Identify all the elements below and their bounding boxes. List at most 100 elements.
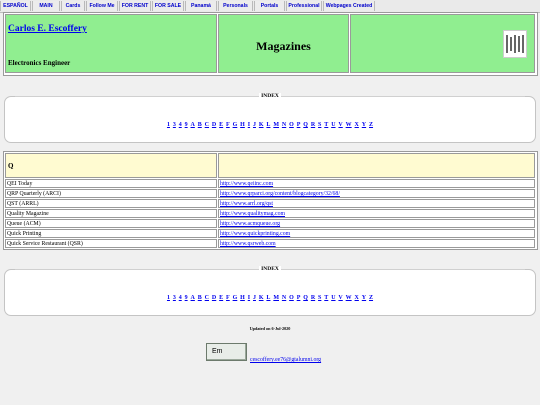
title-cell: Magazines	[218, 14, 349, 73]
index-link[interactable]: J	[253, 122, 256, 128]
index-link[interactable]: 1	[167, 122, 170, 128]
magazine-link[interactable]: http://www.quickprinting.com	[220, 231, 290, 237]
index-link[interactable]: F	[226, 295, 230, 301]
nav-item[interactable]: Personals	[218, 1, 253, 11]
index-link[interactable]: T	[324, 122, 328, 128]
index-link[interactable]: K	[259, 295, 264, 301]
index-link[interactable]: O	[289, 122, 294, 128]
magazine-name: QRP Quarterly (ARCI)	[5, 189, 217, 198]
email-link[interactable]: cescoffery.ee76@gtalumni.org	[250, 357, 321, 363]
index-link[interactable]: Q	[303, 122, 308, 128]
index-link[interactable]: L	[266, 122, 270, 128]
index-link[interactable]: A	[191, 122, 195, 128]
logo-cell	[350, 14, 535, 73]
section-letter: Q	[8, 162, 14, 170]
section-header-cell: Q	[5, 153, 217, 178]
index-link[interactable]: M	[273, 122, 279, 128]
index-link[interactable]: M	[273, 295, 279, 301]
index-link[interactable]: E	[219, 295, 223, 301]
index-link[interactable]: V	[338, 295, 342, 301]
index-link[interactable]: 1	[167, 295, 170, 301]
index-link[interactable]: B	[198, 295, 202, 301]
nav-item[interactable]: FOR SALE	[152, 1, 184, 11]
index-link[interactable]: Q	[303, 295, 308, 301]
index-link[interactable]: 3	[173, 295, 176, 301]
index-box-bottom: INDEX 1 3 4 9 A B C D E F G H I J K L M …	[4, 266, 536, 316]
magazine-name: Quality Magazine	[5, 209, 217, 218]
index-link[interactable]: N	[282, 122, 286, 128]
nav-item[interactable]: MAIN	[32, 1, 60, 11]
magazine-url-cell: http://www.qualitymag.com	[218, 209, 535, 218]
index-link[interactable]: 4	[179, 295, 182, 301]
index-link[interactable]: V	[338, 122, 342, 128]
index-link[interactable]: G	[233, 122, 238, 128]
nav-item[interactable]: Portals	[254, 1, 285, 11]
index-link[interactable]: U	[331, 122, 335, 128]
magazine-name: QEI Today	[5, 179, 217, 188]
index-link[interactable]: Y	[362, 122, 366, 128]
index-label: INDEX	[259, 93, 281, 99]
index-link[interactable]: O	[289, 295, 294, 301]
index-link[interactable]: L	[266, 295, 270, 301]
magazine-link[interactable]: http://www.arrl.org/qst	[220, 201, 273, 207]
magazine-url-cell: http://www.qsrweb.com	[218, 239, 535, 248]
index-link[interactable]: P	[297, 122, 301, 128]
magazine-name: Quick Printing	[5, 229, 217, 238]
magazine-name: Queue (ACM)	[5, 219, 217, 228]
index-link[interactable]: D	[212, 122, 216, 128]
index-link[interactable]: S	[318, 122, 321, 128]
index-link[interactable]: I	[248, 122, 250, 128]
index-link[interactable]: N	[282, 295, 286, 301]
index-link[interactable]: C	[205, 295, 209, 301]
index-link[interactable]: 9	[185, 295, 188, 301]
index-link[interactable]: X	[355, 295, 359, 301]
index-link[interactable]: R	[311, 122, 315, 128]
index-link[interactable]: B	[198, 122, 202, 128]
index-link[interactable]: S	[318, 295, 321, 301]
index-link[interactable]: W	[346, 122, 352, 128]
magazine-link[interactable]: http://www.qrparci.org/content/blogcateg…	[220, 191, 340, 197]
index-link[interactable]: 3	[173, 122, 176, 128]
magazine-link[interactable]: http://www.qsrweb.com	[220, 241, 276, 247]
magazines-table: Q QEI Today http://www.qeiinc.com QRP Quar…	[3, 151, 538, 250]
index-link[interactable]: U	[331, 295, 335, 301]
nav-item[interactable]: Professional	[286, 1, 322, 11]
index-link[interactable]: Z	[369, 122, 373, 128]
index-link[interactable]: I	[248, 295, 250, 301]
index-link[interactable]: R	[311, 295, 315, 301]
magazines-icon	[503, 30, 527, 58]
nav-item[interactable]: Webpages Created	[323, 1, 375, 11]
index-link[interactable]: 4	[179, 122, 182, 128]
index-label: INDEX	[259, 266, 281, 272]
nav-item[interactable]: Panamá	[185, 1, 217, 11]
index-link[interactable]: J	[253, 295, 256, 301]
index-link[interactable]: A	[191, 295, 195, 301]
index-link[interactable]: 9	[185, 122, 188, 128]
nav-item[interactable]: ESPAÑOL	[0, 1, 31, 11]
index-link[interactable]: Y	[362, 295, 366, 301]
email-button[interactable]: Em	[206, 343, 247, 361]
index-link[interactable]: K	[259, 122, 264, 128]
magazine-url-cell: http://www.qeiinc.com	[218, 179, 535, 188]
index-link[interactable]: Z	[369, 295, 373, 301]
magazine-link[interactable]: http://www.qeiinc.com	[220, 181, 273, 187]
index-link[interactable]: P	[297, 295, 301, 301]
index-link[interactable]: X	[355, 122, 359, 128]
nav-item[interactable]: Cards	[61, 1, 85, 11]
index-link[interactable]: C	[205, 122, 209, 128]
index-link[interactable]: G	[233, 295, 238, 301]
nav-item[interactable]: Follow Me	[86, 1, 118, 11]
index-link[interactable]: D	[212, 295, 216, 301]
home-name-link[interactable]: Carlos E. Escoffery	[8, 24, 87, 34]
nav-item[interactable]: FOR RENT	[119, 1, 151, 11]
header-table: Carlos E. Escoffery Electronics Engineer…	[3, 12, 538, 76]
magazine-link[interactable]: http://www.acmqueue.org	[220, 221, 280, 227]
index-link[interactable]: T	[324, 295, 328, 301]
index-link[interactable]: F	[226, 122, 230, 128]
magazine-link[interactable]: http://www.qualitymag.com	[220, 211, 285, 217]
index-link[interactable]: H	[240, 122, 245, 128]
index-link[interactable]: E	[219, 122, 223, 128]
magazine-url-cell: http://www.acmqueue.org	[218, 219, 535, 228]
index-link[interactable]: W	[346, 295, 352, 301]
index-link[interactable]: H	[240, 295, 245, 301]
